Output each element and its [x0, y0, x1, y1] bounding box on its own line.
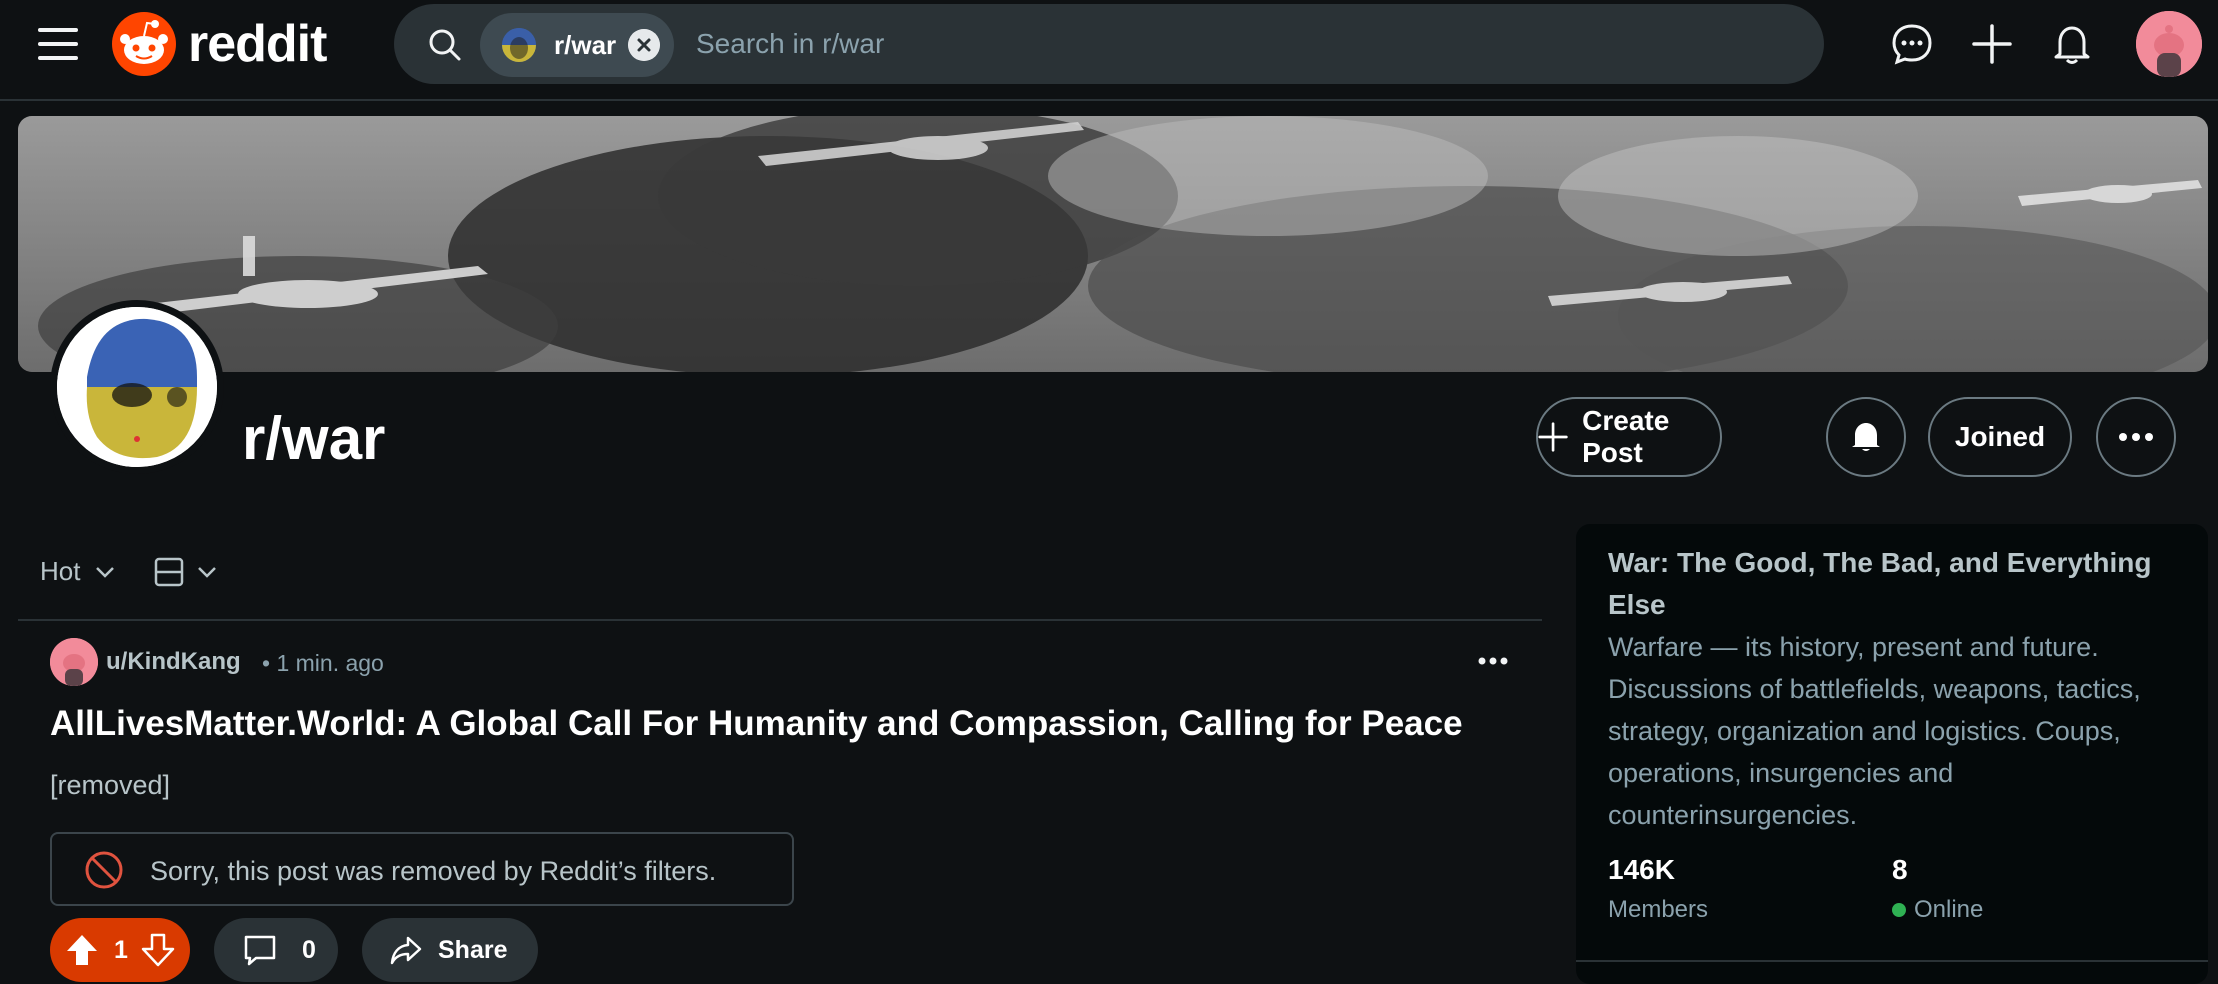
- vote-score: 1: [114, 935, 128, 964]
- chevron-down-icon[interactable]: [196, 565, 218, 579]
- user-avatar[interactable]: [2136, 11, 2202, 77]
- joined-button[interactable]: Joined: [1928, 397, 2072, 477]
- clear-chip-icon[interactable]: [628, 29, 660, 61]
- menu-icon[interactable]: [38, 28, 78, 62]
- community-title: r/war: [242, 405, 386, 472]
- bell-filled-icon: [1852, 423, 1880, 451]
- removed-notice-text: Sorry, this post was removed by Reddit’s…: [150, 856, 717, 886]
- sidebar-divider: [1576, 960, 2208, 962]
- comments-button[interactable]: 0: [214, 918, 338, 982]
- author-avatar[interactable]: [50, 638, 98, 686]
- chevron-down-icon[interactable]: [94, 565, 116, 579]
- logo-wordmark: reddit: [188, 15, 327, 73]
- sidebar-description: Warfare — its history, present and futur…: [1608, 632, 2141, 830]
- comment-count: 0: [302, 935, 316, 964]
- create-post-label: Create Post: [1582, 405, 1670, 468]
- search-icon: [429, 29, 461, 61]
- removed-notice: Sorry, this post was removed by Reddit’s…: [50, 832, 794, 906]
- banner-image: [18, 116, 2208, 372]
- feed-divider: [18, 619, 1542, 621]
- post-time-value: 1 min. ago: [276, 650, 384, 676]
- post-more-icon[interactable]: [1478, 650, 1508, 672]
- sort-dropdown[interactable]: Hot: [40, 556, 80, 587]
- search-bar[interactable]: r/war Search in r/war: [394, 4, 1824, 84]
- sidebar-title: War: The Good, The Bad, and Everything E…: [1608, 547, 2152, 620]
- notifications-button[interactable]: [1826, 397, 1906, 477]
- search-chip-label: r/war: [554, 29, 617, 60]
- joined-label: Joined: [1954, 421, 2046, 452]
- online-count: 8: [1892, 854, 1908, 885]
- downvote-icon[interactable]: [140, 932, 176, 968]
- more-horizontal-icon: [2119, 433, 2153, 441]
- search-input[interactable]: Search in r/war: [696, 28, 884, 60]
- post-time: • 1 min. ago: [262, 650, 384, 676]
- post-title[interactable]: AllLivesMatter.World: A Global Call For …: [50, 704, 1463, 744]
- online-label: Online: [1914, 896, 1984, 923]
- top-bar: reddit r/war Search in r/war: [0, 0, 2218, 101]
- upvote-icon[interactable]: [64, 932, 100, 968]
- post-body: [removed]: [50, 770, 171, 800]
- online-indicator: Online: [1892, 896, 1983, 924]
- reddit-snoo-icon: [112, 12, 176, 76]
- community-more-button[interactable]: [2096, 397, 2176, 477]
- members-count: 146K: [1608, 854, 1675, 885]
- community-avatar: [502, 28, 536, 62]
- online-dot-icon: [1892, 903, 1906, 917]
- view-layout-icon[interactable]: [154, 557, 184, 587]
- sort-bar: Hot: [40, 556, 218, 587]
- community-icon: [50, 300, 224, 474]
- chat-icon[interactable]: [1890, 22, 1934, 66]
- prohibited-icon: [85, 851, 123, 889]
- members-label: Members: [1608, 896, 1709, 923]
- post-author[interactable]: u/KindKang: [106, 648, 241, 676]
- comment-icon: [244, 935, 276, 966]
- community-banner: [18, 116, 2208, 372]
- vote-buttons: 1: [50, 918, 190, 982]
- reddit-logo[interactable]: reddit: [112, 12, 327, 76]
- share-icon: [390, 936, 422, 965]
- create-plus-icon[interactable]: [1970, 22, 2014, 66]
- share-button[interactable]: Share: [362, 918, 538, 982]
- search-community-chip[interactable]: r/war: [480, 13, 674, 77]
- plus-icon: [1538, 422, 1568, 452]
- create-post-button[interactable]: Create Post: [1536, 397, 1722, 477]
- share-label: Share: [438, 935, 508, 964]
- community-sidebar: War: The Good, The Bad, and Everything E…: [1576, 524, 2208, 984]
- bell-icon[interactable]: [2050, 22, 2094, 66]
